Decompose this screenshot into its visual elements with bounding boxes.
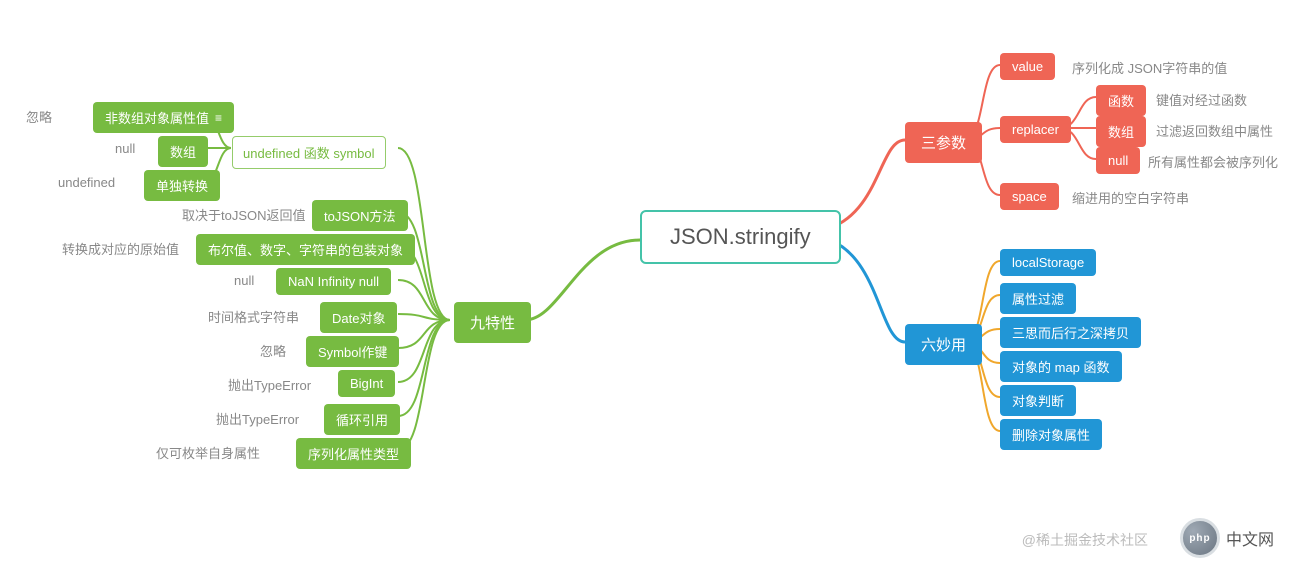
- node-replacer-fn[interactable]: 函数: [1096, 85, 1146, 116]
- node-delete-prop[interactable]: 删除对象属性: [1000, 419, 1102, 450]
- node-undefined-symbol[interactable]: undefined 函数 symbol: [232, 136, 386, 169]
- node-nan-inf[interactable]: NaN Infinity null: [276, 268, 391, 295]
- text-replacer-arr: 过滤返回数组中属性: [1156, 121, 1273, 140]
- text-typeerror2: 抛出TypeError: [216, 409, 299, 428]
- text-replacer-null: 所有属性都会被序列化: [1148, 152, 1278, 171]
- node-space[interactable]: space: [1000, 183, 1059, 210]
- node-deep-copy[interactable]: 三思而后行之深拷贝: [1000, 317, 1141, 348]
- watermark: @稀土掘金技术社区: [1022, 530, 1148, 550]
- node-object-compare[interactable]: 对象判断: [1000, 385, 1076, 416]
- text-ignored: 忽略: [26, 107, 52, 126]
- central-topic[interactable]: JSON.stringify: [640, 210, 841, 264]
- text-space-desc: 缩进用的空白字符串: [1072, 188, 1189, 207]
- logo-icon: php: [1180, 518, 1220, 558]
- node-array[interactable]: 数组: [158, 136, 208, 167]
- label: 非数组对象属性值: [105, 108, 209, 127]
- node-replacer-null[interactable]: null: [1096, 147, 1140, 174]
- text-tojson-depends: 取决于toJSON返回值: [182, 205, 306, 224]
- text-typeerror1: 抛出TypeError: [228, 375, 311, 394]
- note-icon: ≡: [215, 111, 222, 125]
- main-node-nine[interactable]: 九特性: [454, 302, 531, 343]
- node-replacer[interactable]: replacer: [1000, 116, 1071, 143]
- text-to-primitive: 转换成对应的原始值: [62, 239, 179, 258]
- node-enumerable[interactable]: 序列化属性类型: [296, 438, 411, 469]
- node-replacer-arr[interactable]: 数组: [1096, 116, 1146, 147]
- text-undefined: undefined: [58, 175, 115, 190]
- text-date-string: 时间格式字符串: [208, 307, 299, 326]
- node-symbol-key[interactable]: Symbol作键: [306, 336, 399, 367]
- logo-cn-text: 中文网: [1226, 526, 1274, 550]
- node-localstorage[interactable]: localStorage: [1000, 249, 1096, 276]
- node-wrapper-objects[interactable]: 布尔值、数字、字符串的包装对象: [196, 234, 415, 265]
- text-null2: null: [234, 273, 254, 288]
- node-non-array-prop[interactable]: 非数组对象属性值 ≡: [93, 102, 234, 133]
- node-prop-filter[interactable]: 属性过滤: [1000, 283, 1076, 314]
- text-value-desc: 序列化成 JSON字符串的值: [1072, 58, 1227, 77]
- text-ignored2: 忽略: [260, 341, 286, 360]
- text-null: null: [115, 141, 135, 156]
- text-replacer-fn: 键值对经过函数: [1156, 90, 1247, 109]
- site-logo: php 中文网: [1180, 518, 1274, 558]
- text-own-enumerable: 仅可枚举自身属性: [156, 443, 260, 462]
- node-circular[interactable]: 循环引用: [324, 404, 400, 435]
- node-bigint[interactable]: BigInt: [338, 370, 395, 397]
- node-standalone[interactable]: 单独转换: [144, 170, 220, 201]
- node-date[interactable]: Date对象: [320, 302, 397, 333]
- node-tojson[interactable]: toJSON方法: [312, 200, 408, 231]
- node-value[interactable]: value: [1000, 53, 1055, 80]
- node-object-map[interactable]: 对象的 map 函数: [1000, 351, 1122, 382]
- main-node-six-uses[interactable]: 六妙用: [905, 324, 982, 365]
- main-node-three-params[interactable]: 三参数: [905, 122, 982, 163]
